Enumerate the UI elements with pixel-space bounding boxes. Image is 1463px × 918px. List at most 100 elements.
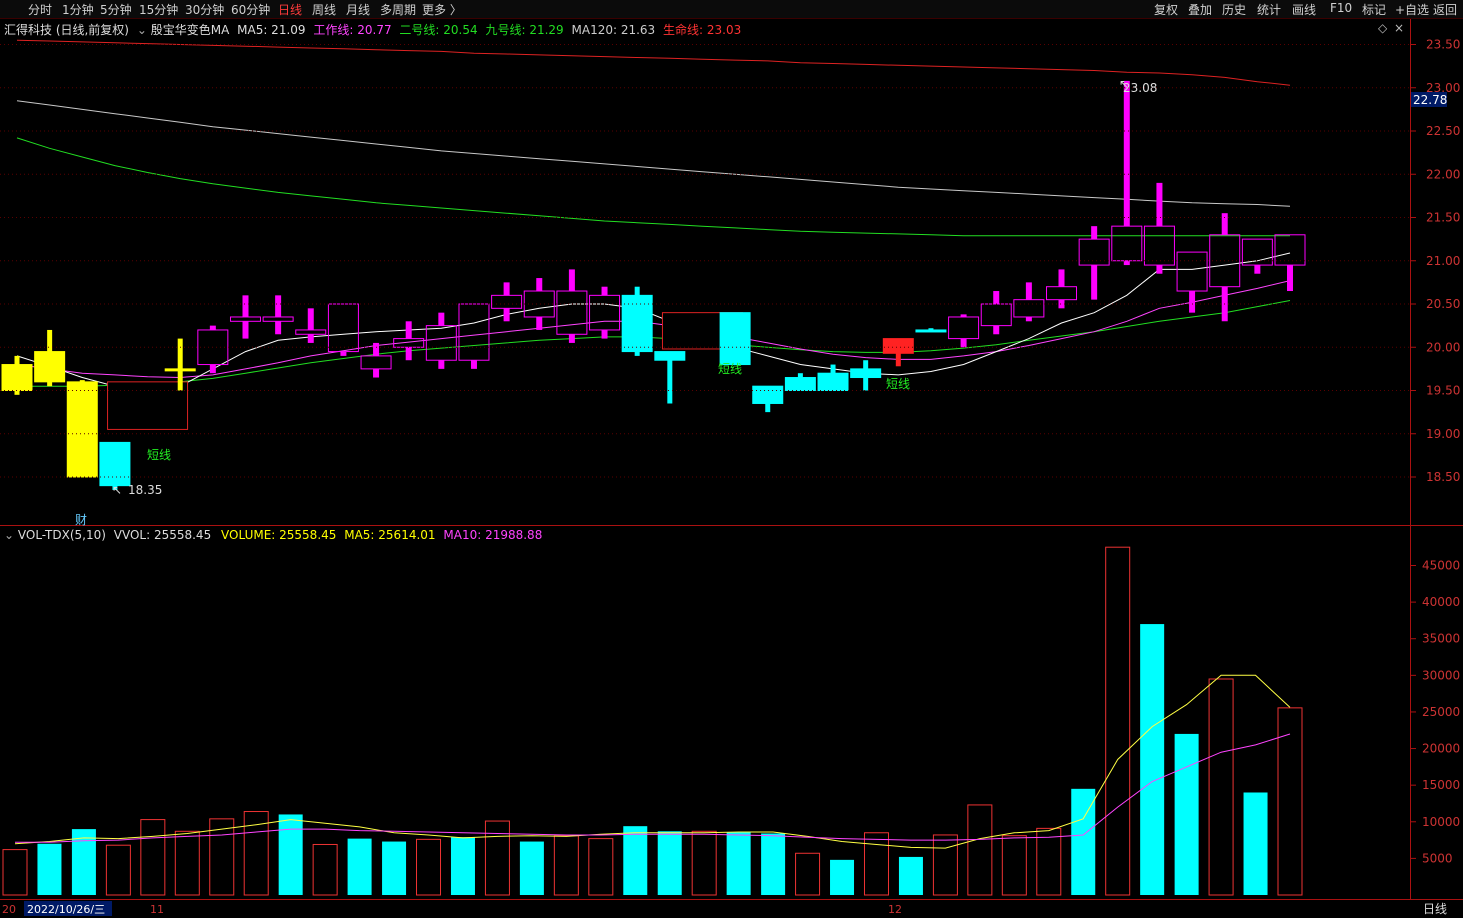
candle-body [99,441,131,487]
period-indicator[interactable]: 日线 [1423,902,1447,916]
high-arrow-icon: ↖ [1119,77,1129,91]
candle-body [752,385,784,404]
price-tick-label: 21.00 [1426,254,1460,268]
tab-monthly[interactable]: 月线 [346,1,370,18]
candle-body [1078,238,1110,266]
volume-tick-label: 10000 [1422,815,1460,829]
candle-body [197,329,229,366]
volume-bar [1208,678,1234,896]
chevron-down-icon[interactable]: ⌄ [4,528,14,542]
price-tick-label: 18.50 [1426,470,1460,484]
period-toolbar: 分时 1分钟 5分钟 15分钟 30分钟 60分钟 日线 周线 月线 多周期 更… [0,0,1463,19]
volume-bar [553,835,579,896]
kline-chart[interactable]: 23.50 23.00 22.50 22.00 21.50 21.00 20.50 20.00… [0,0,1463,918]
tab-60min[interactable]: 60分钟 [231,1,270,18]
volume-bar [174,830,200,896]
tab-multi-period[interactable]: 多周期 [380,1,416,18]
tab-5min[interactable]: 5分钟 [100,1,132,18]
f10-button[interactable]: F10 [1330,1,1352,15]
add-watchlist-button[interactable]: +自选 [1395,1,1429,18]
volume-bar [623,826,648,895]
volume-bar [1036,827,1062,896]
volume-bar [863,832,889,896]
overlay-button[interactable]: 叠加 [1188,1,1212,18]
legend-volume: VOLUME: 25558.45 [221,528,337,542]
tab-more[interactable]: 更多 〉 [422,1,462,18]
short-signal-label: 短线 [147,448,171,462]
diamond-icon[interactable]: ◇ [1378,21,1387,35]
candle-body [915,329,947,333]
ma-line-life [16,39,1291,86]
candle-body [1176,251,1208,292]
legend-ma120: MA120: 21.63 [571,23,656,37]
candle-body [882,338,914,354]
volume-bar [450,837,475,895]
volume-bar [1105,546,1131,896]
finance-marker[interactable]: 财 [75,513,87,527]
price-tick-label: 22.50 [1426,124,1460,138]
candle-body [719,312,751,366]
volume-tick-label: 5000 [1422,851,1453,865]
current-price-tag [1411,92,1447,107]
candle-body [34,351,66,383]
stats-button[interactable]: 统计 [1257,1,1281,18]
candle-body [66,381,98,478]
legend-vvol: VVOL: 25558.45 [113,528,212,542]
volume-tick-label: 45000 [1422,559,1460,573]
candle-body [425,325,457,361]
volume-bar [932,834,958,896]
candle-body [393,338,425,348]
close-icon[interactable]: × [1394,21,1404,35]
volume-bar [347,838,372,895]
tab-fenshi[interactable]: 分时 [28,1,52,18]
candle-body [1,364,33,391]
tab-1min[interactable]: 1分钟 [62,1,94,18]
chevron-down-icon[interactable]: ⌄ [137,23,147,37]
draw-line-button[interactable]: 画线 [1292,1,1316,18]
tab-15min[interactable]: 15分钟 [139,1,178,18]
candle-body [556,290,588,335]
short-signal-label: 短线 [718,362,742,376]
volume-bar [484,820,510,896]
back-button[interactable]: 返回 [1433,1,1457,18]
volume-bar [105,844,131,896]
volume-bar [795,852,821,896]
volume-bar [209,818,235,896]
legend-vol-ma5: MA5: 25614.01 [344,528,436,542]
mark-button[interactable]: 标记 [1362,1,1386,18]
volume-tick-label: 20000 [1422,742,1460,756]
legend-life-line: 生命线: 23.03 [663,23,742,37]
candle-body [948,316,980,340]
tab-daily[interactable]: 日线 [278,1,302,18]
legend-nine-line: 九号线: 21.29 [485,23,564,37]
legend-work-line: 工作线: 20.77 [313,23,392,37]
stock-name: 汇得科技 (日线,前复权) [4,23,129,37]
volume-bar [761,833,786,895]
indicator-name[interactable]: 殷宝华变色MA [151,23,230,37]
volume-bar [278,814,303,895]
volume-legend: ⌄ VOL-TDX(5,10) VVOL: 25558.45 VOLUME: 2… [4,528,542,542]
volume-ma5-line [14,674,1291,849]
volume-tick-label: 35000 [1422,632,1460,646]
tab-weekly[interactable]: 周线 [312,1,336,18]
adjust-button[interactable]: 复权 [1154,1,1178,18]
candle-body [327,303,359,353]
price-legend: 汇得科技 (日线,前复权) ⌄ 殷宝华变色MA MA5: 21.09 工作线: … [4,21,741,38]
candle-body [491,294,523,309]
volume-bar [967,804,993,896]
low-arrow-icon: ↖ [112,483,122,497]
legend-vol-ma10: MA10: 21988.88 [443,528,543,542]
tab-30min[interactable]: 30分钟 [185,1,224,18]
candle-body [661,312,743,350]
volume-bar [1277,707,1303,896]
candle-body [458,303,490,361]
candle-body [1209,234,1241,288]
short-signal-label: 短线 [886,377,910,391]
crosshair-date: 2022/10/26/三 [27,903,105,916]
history-button[interactable]: 历史 [1222,1,1246,18]
volume-bar [830,859,855,895]
candle-body [654,351,686,361]
price-tick-label: 19.00 [1426,427,1460,441]
crosshair-date-tag [24,901,112,916]
vol-indicator-name[interactable]: VOL-TDX(5,10) [18,528,106,542]
